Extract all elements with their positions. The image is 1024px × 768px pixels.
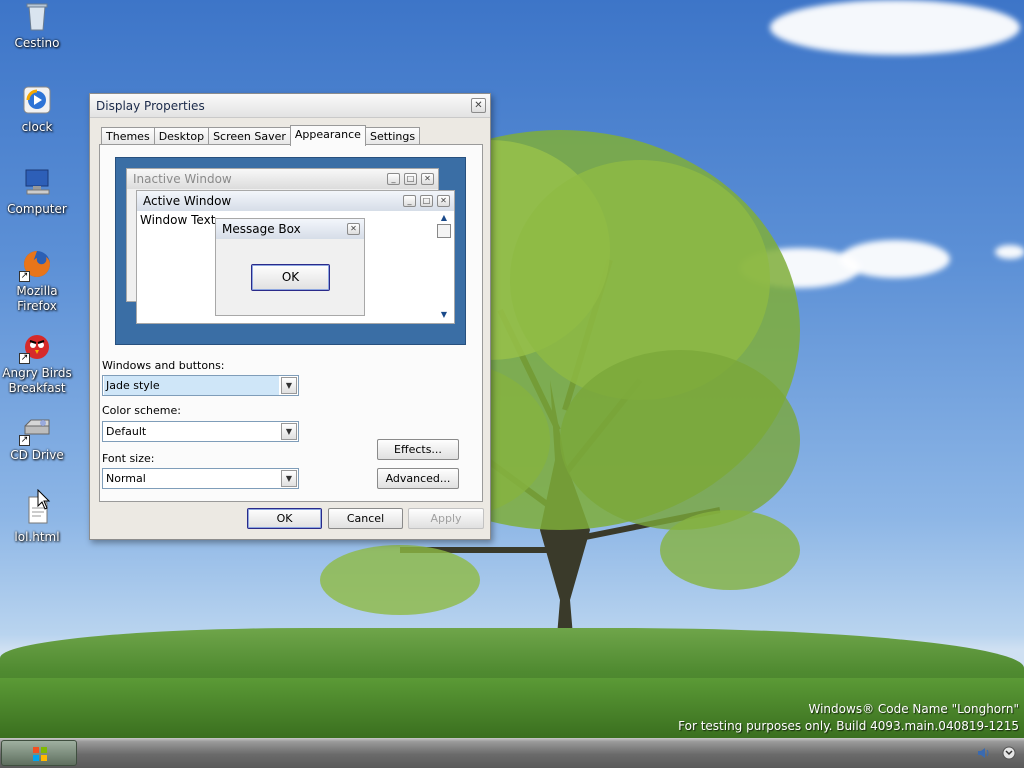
tab-appearance[interactable]: Appearance	[289, 125, 366, 146]
maximize-icon: □	[404, 173, 417, 185]
ok-button[interactable]: OK	[247, 508, 322, 529]
close-icon: ✕	[474, 100, 483, 111]
preview-inactive-title: Inactive Window	[133, 172, 232, 186]
preview-msgbox-ok: OK	[251, 264, 330, 291]
apply-button[interactable]: Apply	[408, 508, 484, 529]
effects-button[interactable]: Effects...	[377, 439, 459, 460]
build-watermark-line1: Windows® Code Name "Longhorn"	[808, 702, 1020, 716]
scroll-down-icon: ▼	[440, 310, 448, 319]
advanced-button[interactable]: Advanced...	[377, 468, 459, 489]
preview-window-text: Window Text	[140, 213, 216, 227]
close-button[interactable]: ✕	[471, 98, 486, 113]
minimize-icon: _	[403, 195, 416, 207]
firefox-icon: ↗	[19, 248, 53, 282]
cancel-button[interactable]: Cancel	[328, 508, 403, 529]
close-icon: ✕	[421, 173, 434, 185]
tray-expand-icon[interactable]	[1002, 746, 1016, 760]
windows-buttons-select[interactable]: Jade style ▼	[102, 375, 299, 396]
desktop-icon-clock[interactable]: clock	[0, 84, 74, 135]
preview-scrollbar: ▲ ▼	[436, 213, 452, 321]
volume-icon[interactable]	[977, 746, 991, 760]
mouse-cursor-icon	[37, 489, 51, 510]
desktop-icon-label: Cestino	[14, 36, 60, 50]
dialog-titlebar[interactable]: Display Properties ✕	[90, 94, 490, 118]
maximize-icon: □	[420, 195, 433, 207]
appearance-preview: Inactive Window _ □ ✕ Active Window _ □ …	[115, 157, 466, 345]
tab-screen-saver[interactable]: Screen Saver	[208, 127, 291, 145]
recycle-bin-icon	[21, 0, 53, 32]
tab-strip: Themes Desktop Screen Saver Appearance S…	[101, 125, 421, 146]
color-scheme-value: Default	[106, 425, 147, 438]
display-properties-dialog: Display Properties ✕ Themes Desktop Scre…	[89, 93, 491, 540]
desktop-icon-computer[interactable]: Computer	[0, 166, 74, 217]
minimize-icon: _	[387, 173, 400, 185]
chevron-down-icon: ▼	[281, 423, 297, 440]
media-player-icon	[21, 84, 53, 116]
font-size-label: Font size:	[102, 452, 155, 465]
dialog-title: Display Properties	[96, 99, 205, 113]
scroll-up-icon: ▲	[440, 213, 448, 222]
desktop-icon-recycle-bin[interactable]: Cestino	[0, 0, 74, 51]
desktop-icon-label: lol.html	[14, 530, 60, 544]
start-button[interactable]	[1, 740, 77, 766]
preview-msgbox-title: Message Box	[222, 222, 301, 236]
close-icon: ✕	[437, 195, 450, 207]
cd-drive-icon: ↗	[19, 412, 53, 446]
computer-icon	[21, 166, 53, 198]
windows-buttons-value: Jade style	[104, 376, 279, 395]
close-icon: ✕	[347, 223, 360, 235]
font-size-select[interactable]: Normal ▼	[102, 468, 299, 489]
tab-desktop[interactable]: Desktop	[153, 127, 210, 145]
chevron-down-icon: ▼	[281, 470, 297, 487]
scroll-thumb	[437, 224, 451, 238]
chevron-down-icon: ▼	[281, 377, 297, 394]
taskbar	[0, 738, 1024, 768]
appearance-panel: Inactive Window _ □ ✕ Active Window _ □ …	[99, 144, 483, 502]
color-scheme-select[interactable]: Default ▼	[102, 421, 299, 442]
windows-buttons-label: Windows and buttons:	[102, 359, 225, 372]
tab-settings[interactable]: Settings	[364, 127, 421, 145]
desktop-icon-label: Angry Birds Breakfast	[2, 366, 72, 395]
angry-birds-icon: ↗	[19, 330, 53, 364]
preview-active-title: Active Window	[143, 194, 232, 208]
desktop-icon-label: CD Drive	[10, 448, 64, 462]
color-scheme-label: Color scheme:	[102, 404, 181, 417]
desktop-icon-label: clock	[21, 120, 53, 134]
desktop-icon-label: Computer	[7, 202, 67, 216]
font-size-value: Normal	[106, 472, 146, 485]
preview-message-box: Message Box ✕ OK	[215, 218, 365, 316]
desktop-icon-firefox[interactable]: ↗ Mozilla Firefox	[0, 248, 74, 314]
desktop-icon-cd-drive[interactable]: ↗ CD Drive	[0, 412, 74, 463]
desktop-icon-label: Mozilla Firefox	[16, 284, 58, 313]
windows-flag-icon	[33, 747, 47, 761]
tab-themes[interactable]: Themes	[101, 127, 155, 145]
desktop-icon-angry-birds[interactable]: ↗ Angry Birds Breakfast	[0, 330, 74, 396]
build-watermark-line2: For testing purposes only. Build 4093.ma…	[678, 719, 1019, 733]
